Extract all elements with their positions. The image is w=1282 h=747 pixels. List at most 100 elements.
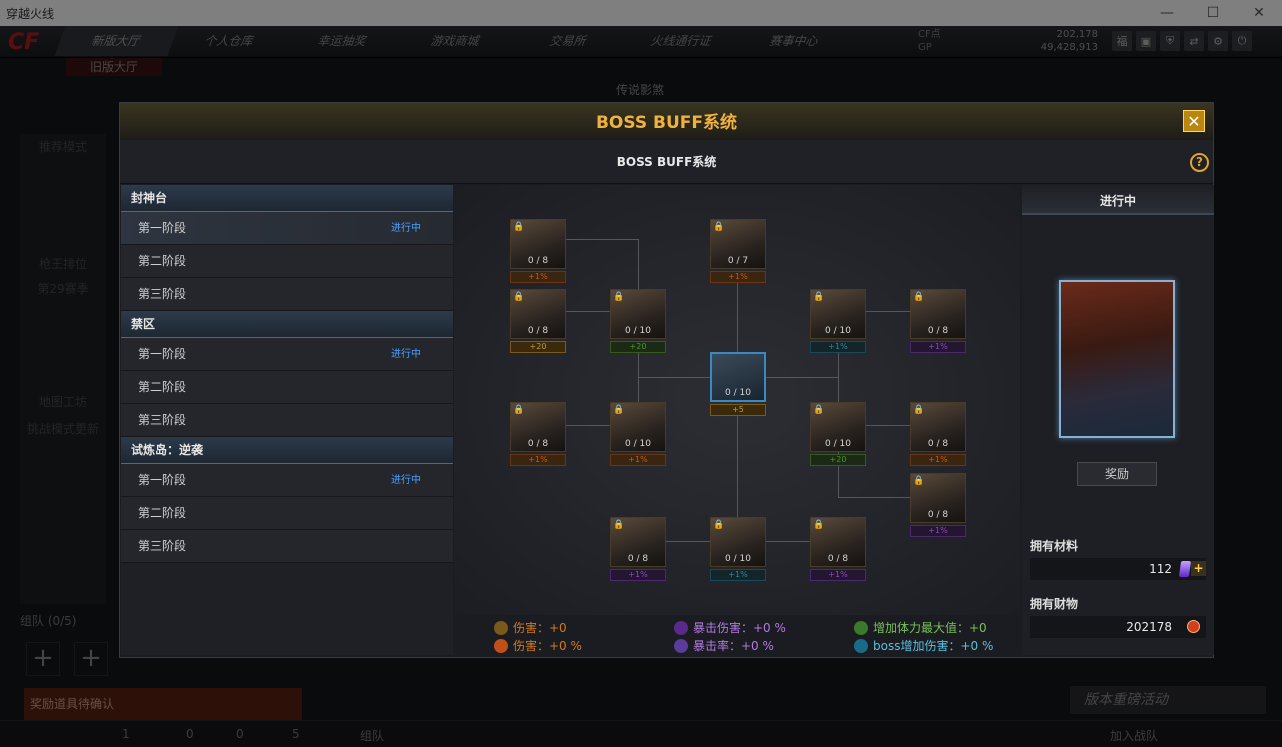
king-rank-label[interactable]: 枪王排位 xyxy=(20,255,106,272)
lock-icon: 🔒 xyxy=(713,222,725,232)
stage-item[interactable]: 第一阶段 进行中 xyxy=(121,338,453,371)
wealth-label: 拥有财物 xyxy=(1030,597,1079,611)
buff-node[interactable]: 🔒 0 / 10 +1% xyxy=(610,402,666,468)
node-bonus: +1% xyxy=(510,454,566,466)
help-icon[interactable]: ? xyxy=(1190,153,1209,172)
add-material-button[interactable]: + xyxy=(1191,561,1206,576)
add-member-button[interactable]: + xyxy=(26,642,60,676)
stage-item[interactable]: 第三阶段 xyxy=(121,530,453,563)
node-bonus: +1% xyxy=(910,525,966,537)
cf-logo: CF xyxy=(8,30,40,55)
stage-item[interactable]: 第二阶段 xyxy=(121,371,453,404)
window-title: 穿越火线 xyxy=(6,6,55,21)
badge-icon[interactable]: 福 xyxy=(1112,31,1132,51)
old-hall-tab[interactable]: 旧版大厅 xyxy=(66,58,162,76)
stat-text: 暴击伤害：+0 % xyxy=(693,621,786,635)
stage-item[interactable]: 第二阶段 xyxy=(121,245,453,278)
team-label: 组队 (0/5) xyxy=(20,614,77,628)
lock-icon: 🔒 xyxy=(913,405,925,415)
boss-portrait: 🔒 0 / 8 xyxy=(510,289,566,339)
buff-node[interactable]: 🔒 0 / 7 +1% xyxy=(710,219,766,285)
buff-node[interactable]: 🔒 0 / 8 +1% xyxy=(910,289,966,355)
boss-portrait: 🔒 0 / 10 xyxy=(710,517,766,567)
nav-tab-warehouse[interactable]: 个人仓库 xyxy=(168,26,292,56)
group-header[interactable]: 试炼岛：逆袭 xyxy=(121,437,453,464)
nav-tab-pass[interactable]: 火线通行证 xyxy=(620,26,744,56)
stage-label: 第二阶段 xyxy=(138,254,187,268)
level-icon[interactable]: ▣ xyxy=(1136,31,1156,51)
stat-text: 伤害：+0 % xyxy=(513,639,582,653)
stat-text: 增加体力最大值：+0 xyxy=(873,621,987,635)
node-bonus: +1% xyxy=(810,341,866,353)
maximize-button[interactable]: ☐ xyxy=(1190,0,1236,26)
reward-confirm-bar[interactable]: 奖励道具待确认 xyxy=(24,688,302,720)
reward-button[interactable]: 奖励 xyxy=(1077,462,1157,486)
stat-boss-damage: boss增加伤害：+0 % xyxy=(854,637,993,654)
nav-tab-lucky-draw[interactable]: 幸运抽奖 xyxy=(281,26,405,56)
join-clan-button[interactable]: 加入战队 xyxy=(1110,727,1158,744)
modal-close-button[interactable]: ✕ xyxy=(1183,110,1205,132)
nav-tab-exchange[interactable]: 交易所 xyxy=(507,26,631,56)
stage-label: 第三阶段 xyxy=(138,539,187,553)
nav-tab-shop[interactable]: 游戏商城 xyxy=(394,26,518,56)
season-label: 第29赛季 xyxy=(37,282,89,296)
bottom-count-4: 5 xyxy=(292,727,300,741)
boss-damage-icon xyxy=(854,638,868,653)
buff-node[interactable]: 🔒 0 / 8 +1% xyxy=(910,473,966,539)
activity-banner[interactable]: 版本重磅活动 xyxy=(1070,686,1266,714)
shield-icon[interactable]: ⛨ xyxy=(1160,31,1180,51)
add-member-button[interactable]: + xyxy=(74,642,108,676)
buff-node[interactable]: 🔒 0 / 8 +1% xyxy=(610,517,666,583)
stage-item[interactable]: 第一阶段 进行中 xyxy=(121,464,453,497)
stage-label: 第三阶段 xyxy=(138,413,187,427)
power-icon[interactable]: ⏻ xyxy=(1232,31,1252,51)
node-count: 0 / 8 xyxy=(527,439,549,449)
stage-item[interactable]: 第二阶段 xyxy=(121,497,453,530)
buff-node[interactable]: 🔒 0 / 10 +1% xyxy=(710,517,766,583)
connector-line xyxy=(638,239,639,289)
map-workshop-label[interactable]: 地图工坊 xyxy=(20,393,106,410)
buff-node[interactable]: 🔒 0 / 10 +20 xyxy=(810,402,866,468)
hp-icon xyxy=(854,620,868,635)
stage-label: 第二阶段 xyxy=(138,506,187,520)
modal-title: BOSS BUFF系统 xyxy=(595,113,738,133)
buff-node[interactable]: 🔒 0 / 10 +1% xyxy=(810,289,866,355)
lock-icon: 🔒 xyxy=(813,292,825,302)
stage-item[interactable]: 第三阶段 xyxy=(121,404,453,437)
buff-node[interactable]: 🔒 0 / 8 +1% xyxy=(510,219,566,285)
node-count: 0 / 8 xyxy=(927,510,949,520)
materials-row: 112 + xyxy=(1030,558,1206,580)
nav-tab-new-hall[interactable]: 新版大厅 xyxy=(54,26,179,56)
modal-subtitle: BOSS BUFF系统 xyxy=(616,155,717,169)
challenge-label: 挑战模式更新 xyxy=(26,422,99,436)
buff-node[interactable]: 🔒 0 / 8 +1% xyxy=(510,402,566,468)
stage-item[interactable]: 第一阶段 进行中 xyxy=(121,212,453,245)
buff-node[interactable]: 🔒 0 / 8 +1% xyxy=(810,517,866,583)
group-header[interactable]: 禁区 xyxy=(121,311,453,338)
gp-value: 49,428,913 xyxy=(1040,42,1098,53)
buff-node[interactable]: 🔒 0 / 10 +20 xyxy=(610,289,666,355)
bottom-team-button[interactable]: 组队 xyxy=(360,727,384,744)
boss-portrait: 🔒 0 / 10 xyxy=(610,289,666,339)
buff-node[interactable]: 🔒 0 / 8 +20 xyxy=(510,289,566,355)
minimize-button[interactable]: — xyxy=(1144,0,1190,26)
nav-tab-events[interactable]: 赛事中心 xyxy=(733,26,857,56)
stage-label: 第二阶段 xyxy=(138,380,187,394)
node-count: 0 / 8 xyxy=(827,554,849,564)
node-bonus: +1% xyxy=(710,271,766,283)
stage-sidebar: 封神台 第一阶段 进行中 第二阶段 第三阶段 禁区 第一阶段 进行中 第二阶段 第三… xyxy=(121,185,453,655)
node-bonus: +1% xyxy=(610,454,666,466)
node-count: 0 / 10 xyxy=(725,388,751,398)
window-close-button[interactable]: ✕ xyxy=(1236,0,1282,26)
node-bonus: +20 xyxy=(510,341,566,353)
stage-item[interactable]: 第三阶段 xyxy=(121,278,453,311)
bottom-count-3: 0 xyxy=(236,727,244,741)
window-title-bar: 穿越火线 — ☐ ✕ xyxy=(0,0,1282,26)
gear-icon[interactable]: ⚙ xyxy=(1208,31,1228,51)
buff-node[interactable]: 🔒 0 / 8 +1% xyxy=(910,402,966,468)
swap-icon[interactable]: ⇄ xyxy=(1184,31,1204,51)
node-bonus: +1% xyxy=(810,569,866,581)
group-header[interactable]: 封神台 xyxy=(121,185,453,212)
buff-node-active[interactable]: 0 / 10 +5 xyxy=(710,352,766,418)
node-bonus: +1% xyxy=(710,569,766,581)
